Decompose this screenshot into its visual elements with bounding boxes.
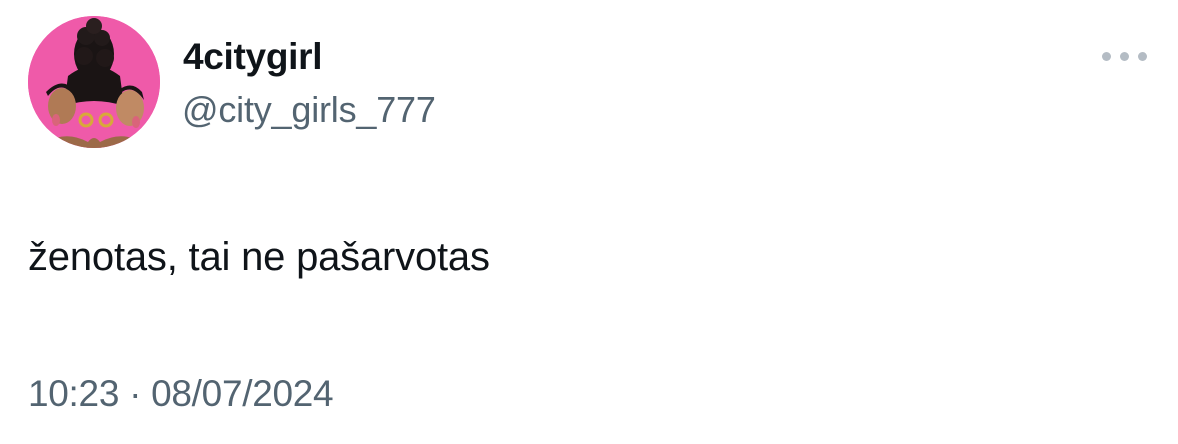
more-dot xyxy=(1120,52,1129,61)
tweet-date: 08/07/2024 xyxy=(151,373,334,414)
more-dot xyxy=(1138,52,1147,61)
more-dot xyxy=(1102,52,1111,61)
avatar-image-icon xyxy=(28,16,160,148)
meta-separator: · xyxy=(129,373,142,414)
tweet-timestamp[interactable]: 10:23 · 08/07/2024 xyxy=(28,373,334,414)
profile-avatar[interactable] xyxy=(28,16,160,148)
tweet-card: 4citygirl @city_girls_777 ženotas, tai n… xyxy=(0,0,1178,444)
tweet-text: ženotas, tai ne pašarvotas xyxy=(28,235,490,279)
tweet-time: 10:23 xyxy=(28,373,120,414)
more-options-icon[interactable] xyxy=(1100,44,1150,68)
user-handle[interactable]: @city_girls_777 xyxy=(182,92,436,128)
display-name[interactable]: 4citygirl xyxy=(183,38,323,75)
